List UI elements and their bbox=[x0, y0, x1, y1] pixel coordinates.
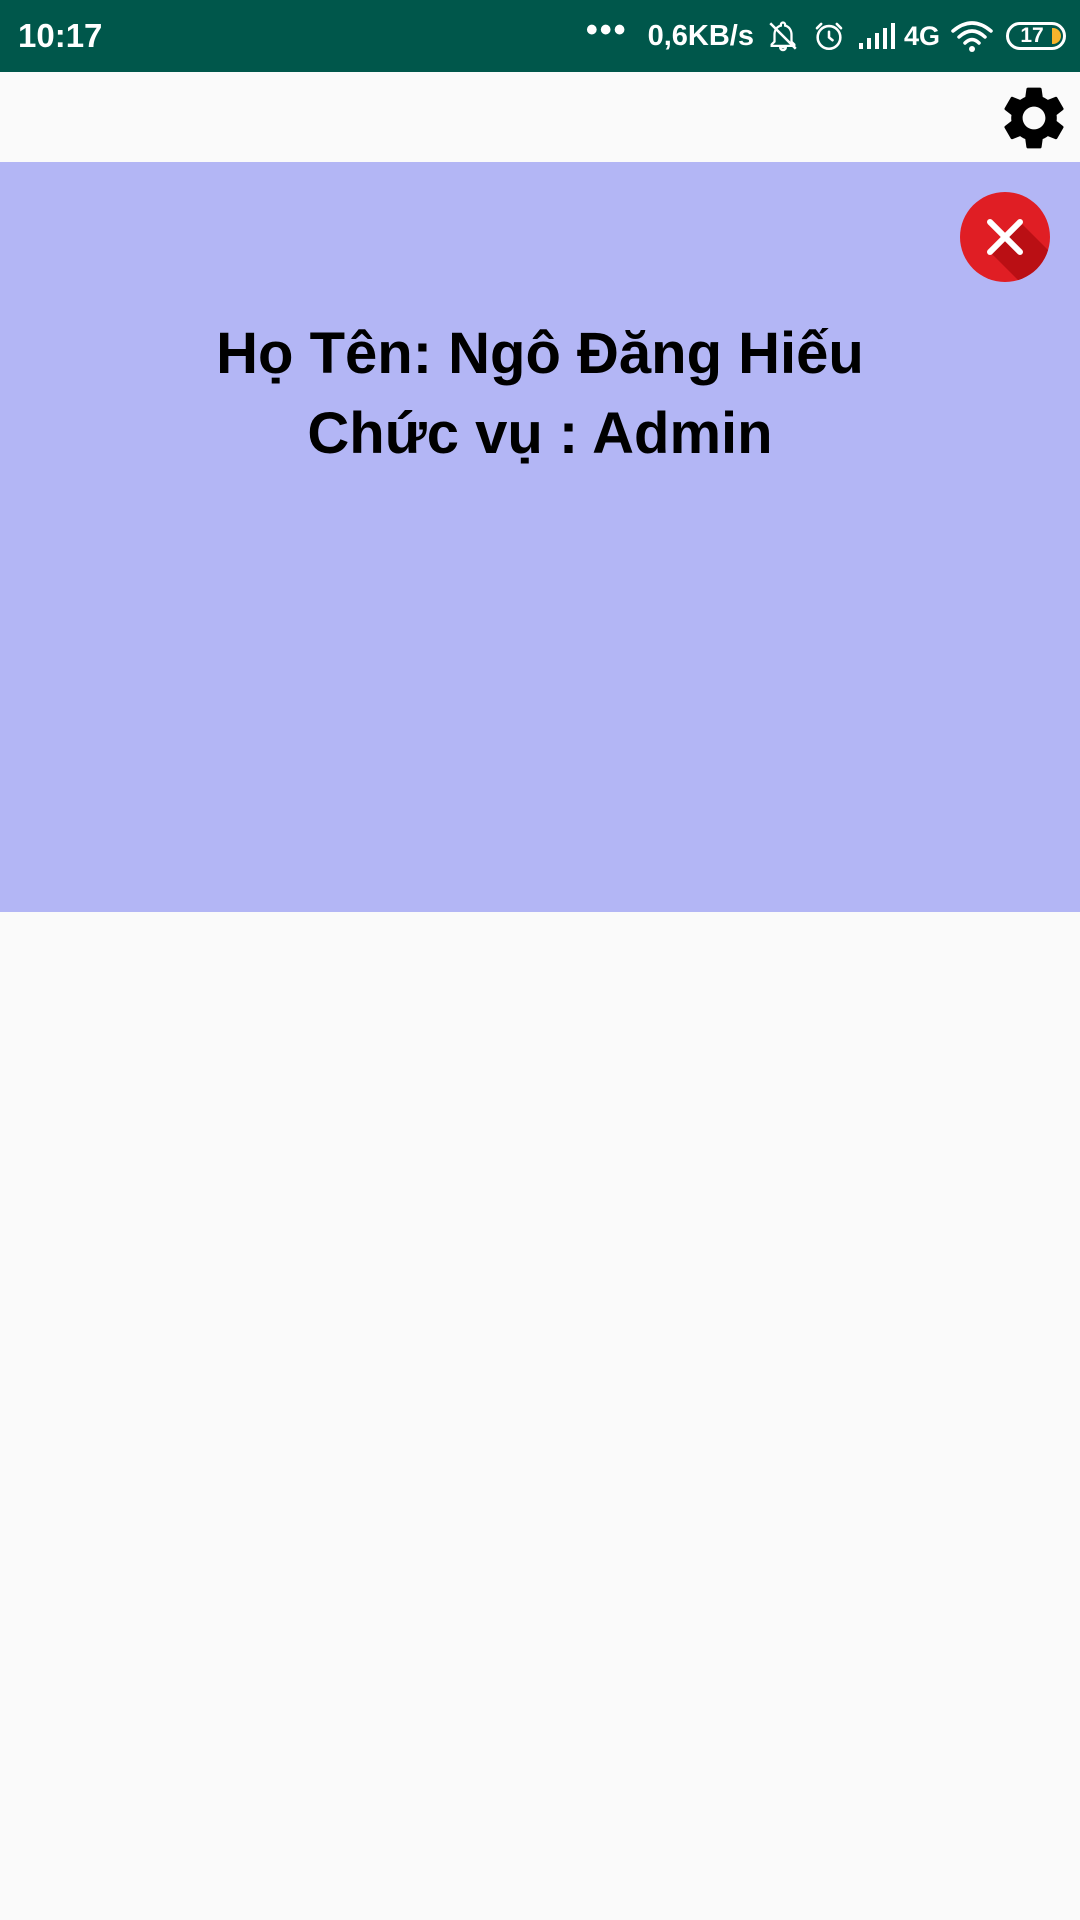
profile-info: Họ Tên: Ngô Đăng Hiếu Chức vụ : Admin bbox=[0, 314, 1080, 474]
full-name: Họ Tên: Ngô Đăng Hiếu bbox=[216, 321, 864, 386]
close-button[interactable] bbox=[960, 192, 1050, 282]
status-bar: 10:17 ••• 0,6KB/s 4G 17 bbox=[0, 0, 1080, 72]
battery-icon: 17 bbox=[1006, 22, 1066, 50]
more-notifications-indicator: ••• bbox=[585, 11, 628, 49]
signal-icon bbox=[858, 23, 895, 49]
wifi-icon bbox=[951, 21, 993, 52]
network-speed: 0,6KB/s bbox=[647, 19, 754, 52]
position-role: Chức vụ : Admin bbox=[307, 401, 773, 466]
status-icons: ••• 0,6KB/s 4G 17 bbox=[586, 0, 1066, 72]
app-bar bbox=[0, 72, 1080, 162]
content-area bbox=[0, 912, 1080, 1920]
status-time: 10:17 bbox=[18, 17, 103, 54]
profile-panel: Họ Tên: Ngô Đăng Hiếu Chức vụ : Admin bbox=[0, 162, 1080, 912]
battery-level: 17 bbox=[1020, 24, 1044, 47]
alarm-icon bbox=[815, 22, 843, 51]
network-type: 4G bbox=[903, 20, 940, 51]
notifications-muted-icon bbox=[769, 21, 797, 52]
settings-button[interactable] bbox=[994, 78, 1074, 158]
close-icon bbox=[960, 192, 1050, 282]
gear-icon bbox=[1004, 87, 1064, 149]
battery-charge-indicator bbox=[1052, 28, 1061, 44]
